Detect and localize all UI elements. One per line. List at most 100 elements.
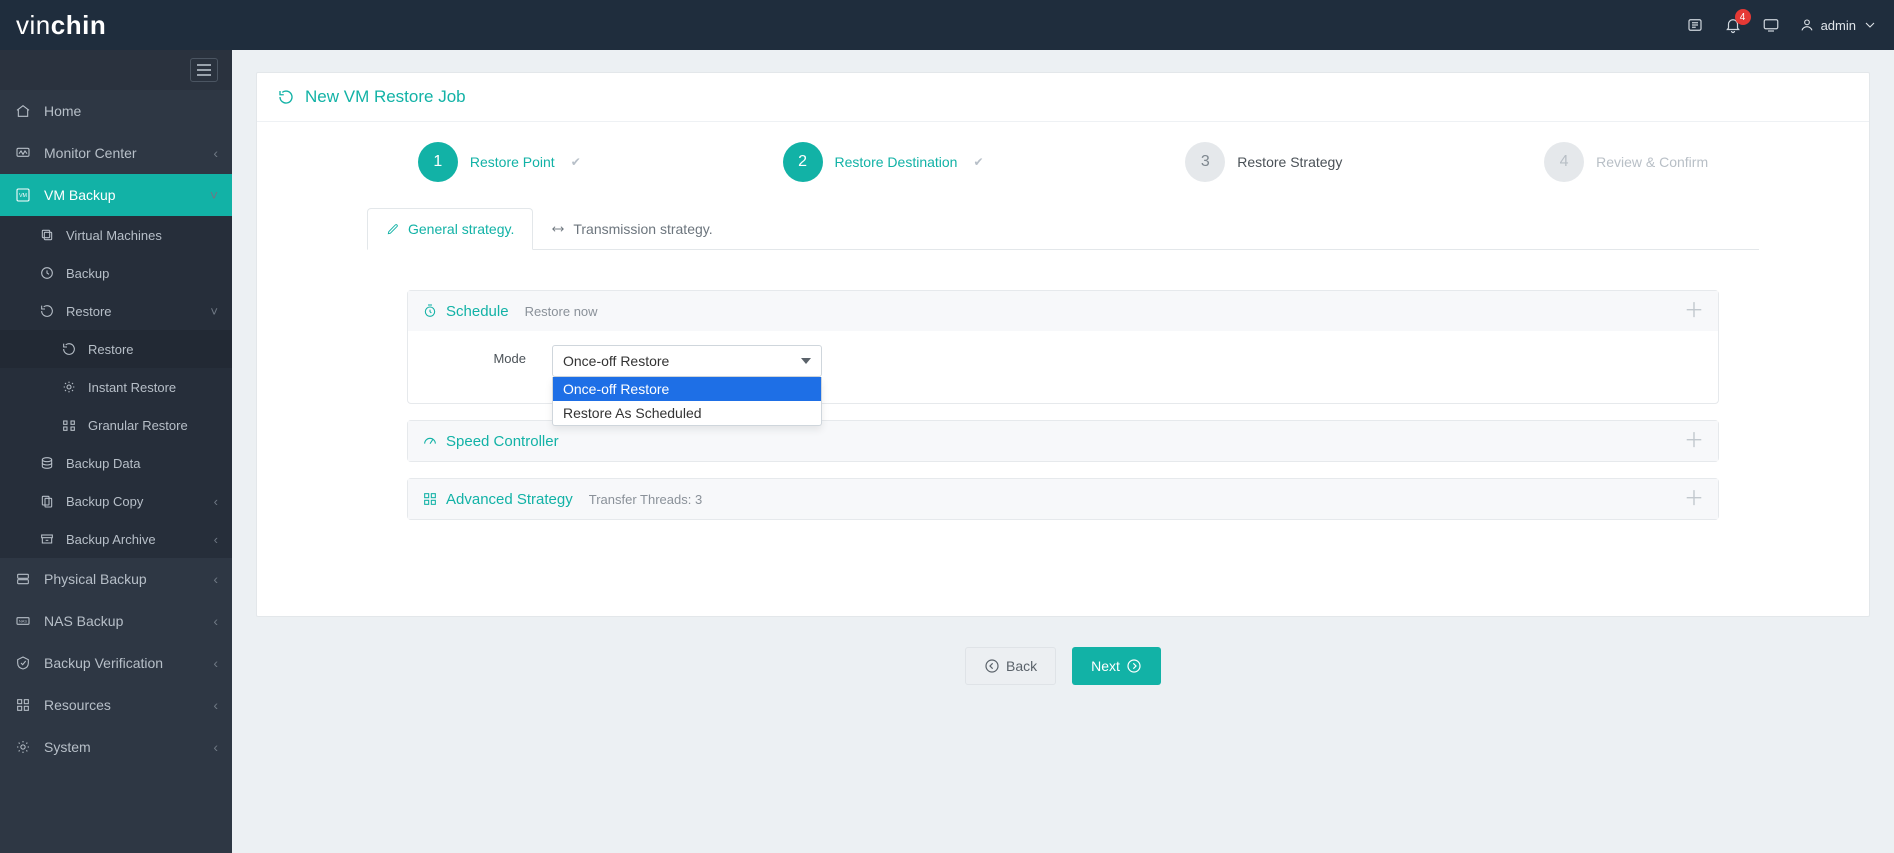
chevron-right-icon: ‹: [213, 697, 218, 713]
back-button[interactable]: Back: [965, 647, 1056, 685]
panel-title-text: Speed Controller: [446, 433, 559, 450]
sidebar-item-physical-backup[interactable]: Physical Backup ‹: [0, 558, 232, 600]
sidebar-label: Physical Backup: [44, 571, 201, 587]
sidebar-item-instant-restore[interactable]: Instant Restore: [0, 368, 232, 406]
sidebar-item-backup-verification[interactable]: Backup Verification ‹: [0, 642, 232, 684]
sidebar-label: Backup Data: [66, 456, 140, 471]
sidebar-item-nas-backup[interactable]: NAS NAS Backup ‹: [0, 600, 232, 642]
step-label: Review & Confirm: [1596, 154, 1708, 170]
panel-advanced-header[interactable]: Advanced Strategy Transfer Threads: 3 ＋: [408, 479, 1718, 519]
display-icon[interactable]: [1761, 15, 1781, 35]
step-number: 2: [783, 142, 823, 182]
page-title: New VM Restore Job: [305, 87, 466, 107]
backup-icon: [38, 264, 56, 282]
sidebar-label: Resources: [44, 697, 201, 713]
gear-icon: [14, 738, 32, 756]
panel-subtitle: Restore now: [525, 304, 598, 319]
sidebar-label: Monitor Center: [44, 145, 201, 161]
restore-icon: [60, 340, 78, 358]
physical-icon: [14, 570, 32, 588]
tab-label: Transmission strategy.: [573, 221, 712, 237]
log-icon[interactable]: [1685, 15, 1705, 35]
sidebar-label: Home: [44, 103, 218, 119]
brand-logo: vinchin: [16, 10, 106, 41]
gauge-icon: [422, 433, 438, 449]
next-button[interactable]: Next: [1072, 647, 1161, 685]
tab-general-strategy[interactable]: General strategy.: [367, 208, 533, 250]
home-icon: [14, 102, 32, 120]
notifications-icon[interactable]: 4: [1723, 15, 1743, 35]
tab-label: General strategy.: [408, 221, 514, 237]
sidebar-item-backup-archive[interactable]: Backup Archive ‹: [0, 520, 232, 558]
collapse-icon[interactable]: ＋: [1684, 301, 1704, 321]
chevron-down-icon: ˅: [210, 187, 218, 203]
sidebar-item-granular-restore[interactable]: Granular Restore: [0, 406, 232, 444]
mode-select[interactable]: Once-off Restore: [552, 345, 822, 377]
mode-option-once-off[interactable]: Once-off Restore: [553, 377, 821, 401]
granular-restore-icon: [60, 416, 78, 434]
mode-option-scheduled[interactable]: Restore As Scheduled: [553, 401, 821, 425]
restore-icon: [38, 302, 56, 320]
sidebar-item-monitor-center[interactable]: Monitor Center ‹: [0, 132, 232, 174]
mode-label: Mode: [426, 345, 526, 366]
wizard-steps: 1 Restore Point ✔ 2 Restore Destination …: [257, 130, 1869, 208]
step-label: Restore Strategy: [1237, 154, 1342, 170]
verify-icon: [14, 654, 32, 672]
step-restore-destination[interactable]: 2 Restore Destination ✔: [783, 142, 984, 182]
backup-archive-icon: [38, 530, 56, 548]
panel-speed-controller: Speed Controller ＋: [407, 420, 1719, 462]
sidebar-label: VM Backup: [44, 187, 198, 203]
sidebar-label: Backup Copy: [66, 494, 143, 509]
instant-restore-icon: [60, 378, 78, 396]
chevron-right-icon: ‹: [214, 532, 218, 547]
panel-title-text: Advanced Strategy: [446, 491, 573, 508]
topbar: vinchin 4 admin: [0, 0, 1894, 50]
panel-schedule-body: Mode Once-off Restore Once-off Restore R…: [408, 331, 1718, 403]
monitor-icon: [14, 144, 32, 162]
check-icon: ✔: [571, 155, 581, 169]
main-content: New VM Restore Job 1 Restore Point ✔ 2 R…: [232, 50, 1894, 853]
hamburger-icon: [190, 58, 218, 82]
notifications-badge: 4: [1735, 9, 1751, 25]
sidebar-item-backup[interactable]: Backup: [0, 254, 232, 292]
sidebar-item-vm-backup[interactable]: VM VM Backup ˅: [0, 174, 232, 216]
brand-part2: chin: [51, 10, 106, 41]
sidebar-item-resources[interactable]: Resources ‹: [0, 684, 232, 726]
nas-icon: NAS: [14, 612, 32, 630]
chevron-right-icon: ‹: [213, 655, 218, 671]
panel-title-text: Schedule: [446, 303, 509, 320]
vm-icon: VM: [14, 186, 32, 204]
step-restore-point[interactable]: 1 Restore Point ✔: [418, 142, 581, 182]
sidebar-item-system[interactable]: System ‹: [0, 726, 232, 768]
panel-advanced-strategy: Advanced Strategy Transfer Threads: 3 ＋: [407, 478, 1719, 520]
sidebar-item-home[interactable]: Home: [0, 90, 232, 132]
next-label: Next: [1091, 658, 1120, 674]
sidebar-item-restore-parent[interactable]: Restore ˅: [0, 292, 232, 330]
sidebar-collapse[interactable]: [0, 50, 232, 90]
chevron-down-icon: [801, 358, 811, 364]
expand-icon[interactable]: ＋: [1684, 489, 1704, 509]
panel-schedule-header[interactable]: Schedule Restore now ＋: [408, 291, 1718, 331]
arrow-left-icon: [984, 658, 1000, 674]
step-review-confirm[interactable]: 4 Review & Confirm: [1544, 142, 1708, 182]
sidebar-item-backup-copy[interactable]: Backup Copy ‹: [0, 482, 232, 520]
page-title-row: New VM Restore Job: [257, 73, 1869, 122]
sidebar-item-restore[interactable]: Restore: [0, 330, 232, 368]
tab-transmission-strategy[interactable]: Transmission strategy.: [533, 208, 730, 249]
panel-speed-header[interactable]: Speed Controller ＋: [408, 421, 1718, 461]
sidebar-label: Instant Restore: [88, 380, 176, 395]
step-restore-strategy[interactable]: 3 Restore Strategy: [1185, 142, 1342, 182]
vms-icon: [38, 226, 56, 244]
card-body: 1 Restore Point ✔ 2 Restore Destination …: [257, 122, 1869, 616]
grid-icon: [422, 491, 438, 507]
chevron-down-icon: [1862, 17, 1878, 33]
resources-icon: [14, 696, 32, 714]
sidebar-item-virtual-machines[interactable]: Virtual Machines: [0, 216, 232, 254]
arrow-right-icon: [1126, 658, 1142, 674]
sidebar-label: Restore: [66, 304, 112, 319]
user-menu[interactable]: admin: [1799, 17, 1878, 33]
sidebar: Home Monitor Center ‹ VM VM Backup ˅ Vir…: [0, 50, 232, 853]
expand-icon[interactable]: ＋: [1684, 431, 1704, 451]
sidebar-item-backup-data[interactable]: Backup Data: [0, 444, 232, 482]
mode-selected-value: Once-off Restore: [563, 353, 669, 369]
